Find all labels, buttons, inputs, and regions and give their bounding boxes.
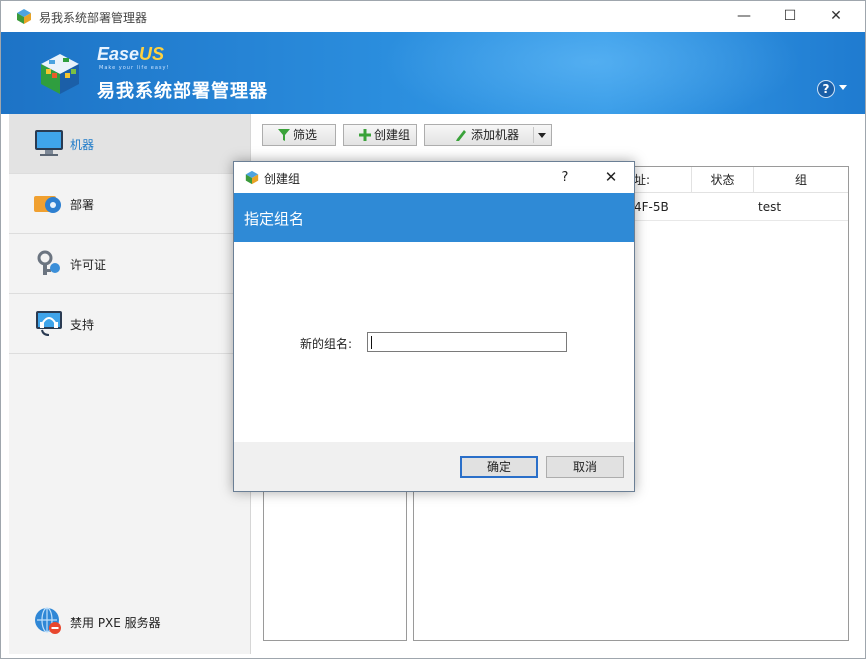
add-machine-button[interactable]: 添加机器 — [424, 124, 552, 146]
sidebar: 机器 部署 许可证 支持 禁用 PXE 服务器 — [9, 114, 251, 654]
dialog-heading: 指定组名 — [244, 210, 305, 228]
sidebar-item-deploy[interactable]: 部署 — [9, 174, 250, 234]
sidebar-item-license[interactable]: 许可证 — [9, 234, 250, 294]
cell-address: 4F-5B — [634, 200, 669, 214]
brand-logo-text: EaseUS — [97, 44, 164, 65]
banner-glow — [381, 32, 801, 114]
filter-label: 筛选 — [293, 128, 318, 142]
dialog-help-button[interactable]: ? — [550, 162, 580, 193]
ok-button[interactable]: 确定 — [460, 456, 538, 478]
cell-group: test — [758, 200, 782, 214]
dialog-footer: 确定 取消 — [234, 442, 634, 491]
help-dropdown-caret-icon[interactable] — [839, 85, 847, 90]
monitor-icon — [35, 130, 63, 156]
close-button[interactable]: ✕ — [813, 1, 859, 32]
minimize-button[interactable]: — — [721, 1, 767, 32]
dialog-close-button[interactable]: ✕ — [594, 162, 628, 193]
dropdown-separator — [533, 127, 534, 143]
chevron-down-icon[interactable] — [538, 133, 546, 138]
header-banner: EaseUS Make your life easy! 易我系统部署管理器 ? — [1, 32, 865, 114]
plus-icon — [359, 129, 371, 141]
deploy-icon — [34, 196, 61, 213]
app-window: 易我系统部署管理器 — ☐ ✕ EaseUS Make your life ea… — [0, 0, 866, 659]
cancel-button[interactable]: 取消 — [546, 456, 624, 478]
license-key-icon — [37, 250, 60, 275]
help-icon[interactable]: ? — [817, 80, 835, 98]
column-header-group[interactable]: 组 — [754, 167, 848, 193]
dialog-title: 创建组 — [264, 172, 301, 186]
toolbar: 筛选 创建组 添加机器 — [251, 114, 861, 156]
window-title: 易我系统部署管理器 — [39, 11, 148, 25]
text-cursor — [371, 336, 372, 349]
dialog-body: 新的组名: — [234, 242, 634, 442]
sidebar-item-label: 机器 — [70, 138, 95, 152]
sidebar-item-support[interactable]: 支持 — [9, 294, 250, 354]
easeus-logo-icon — [41, 54, 79, 94]
dialog-header: 指定组名 — [234, 193, 634, 242]
add-machine-label: 添加机器 — [471, 128, 520, 142]
filter-funnel-icon — [278, 129, 290, 141]
maximize-button[interactable]: ☐ — [767, 1, 813, 32]
create-group-dialog: 创建组 ? ✕ 指定组名 新的组名: 确定 取消 — [233, 161, 635, 492]
group-name-label: 新的组名: — [300, 337, 353, 351]
pxe-server-label: 禁用 PXE 服务器 — [70, 616, 161, 630]
group-name-input[interactable] — [367, 332, 567, 352]
app-logo-icon — [245, 170, 259, 185]
product-name: 易我系统部署管理器 — [97, 81, 268, 102]
sidebar-item-label: 部署 — [70, 198, 95, 212]
brand-main: Ease — [97, 44, 140, 64]
title-bar: 易我系统部署管理器 — ☐ ✕ — [1, 1, 865, 32]
create-group-label: 创建组 — [374, 128, 411, 142]
brand-tagline: Make your life easy! — [99, 65, 170, 71]
create-group-button[interactable]: 创建组 — [343, 124, 417, 146]
filter-button[interactable]: 筛选 — [262, 124, 336, 146]
app-logo-icon — [17, 9, 31, 24]
sidebar-item-machines[interactable]: 机器 — [9, 114, 250, 174]
sidebar-item-label: 支持 — [70, 318, 95, 332]
pxe-server-globe-icon — [35, 607, 61, 634]
pxe-server-toggle[interactable]: 禁用 PXE 服务器 — [33, 606, 253, 638]
brand-accent: US — [139, 44, 165, 64]
sidebar-item-label: 许可证 — [70, 258, 107, 272]
pencil-add-icon — [456, 130, 466, 141]
dialog-title-bar: 创建组 ? ✕ — [234, 162, 634, 193]
support-headset-icon — [36, 311, 62, 336]
column-header-status[interactable]: 状态 — [692, 167, 754, 193]
